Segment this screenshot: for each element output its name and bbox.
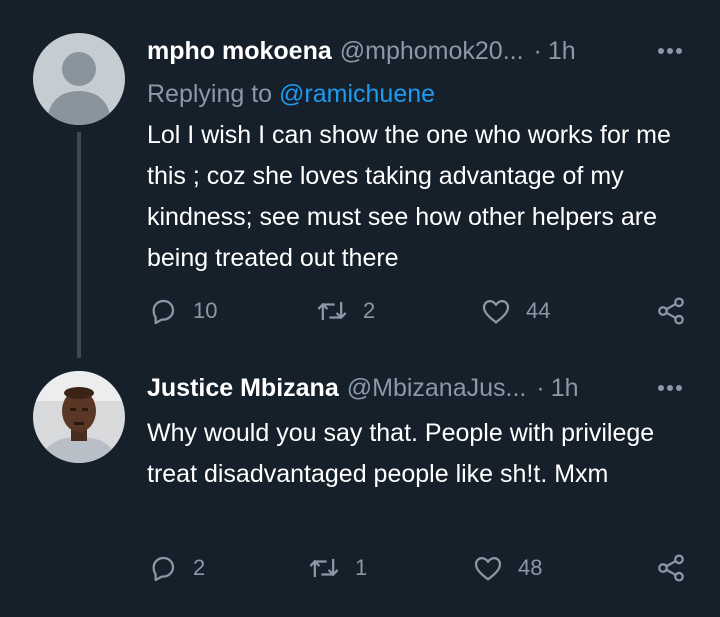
- tweet-2[interactable]: Justice Mbizana @MbizanaJus... · 1h Why …: [0, 360, 720, 617]
- share-icon: [658, 297, 684, 325]
- display-name[interactable]: mpho mokoena: [147, 37, 332, 66]
- reply-icon: [152, 556, 175, 582]
- separator-dot: ·: [533, 36, 542, 65]
- display-name[interactable]: Justice Mbizana: [147, 374, 339, 403]
- like-count: 44: [526, 298, 551, 323]
- share-button[interactable]: [655, 551, 687, 585]
- retweet-icon: [317, 301, 347, 321]
- retweet-button[interactable]: 1: [307, 551, 367, 585]
- separator-dot: ·: [536, 373, 545, 402]
- tweet-text: Lol I wish I can show the one who works …: [147, 121, 671, 272]
- retweet-count: 2: [363, 298, 376, 323]
- reply-count: 10: [193, 298, 218, 323]
- like-button[interactable]: 48: [472, 551, 542, 585]
- profile-photo: [33, 371, 125, 463]
- timestamp[interactable]: 1h: [548, 37, 576, 66]
- share-icon: [658, 554, 684, 582]
- share-button[interactable]: [655, 294, 687, 328]
- avatar-mpho[interactable]: [33, 33, 125, 125]
- more-icon: [658, 48, 682, 54]
- reply-icon: [152, 299, 175, 325]
- replying-to-line: Replying to @ramichuene: [147, 80, 435, 109]
- tweet-header: Justice Mbizana @MbizanaJus... · 1h: [147, 368, 579, 408]
- tweet-text: Why would you say that. People with priv…: [147, 419, 655, 488]
- thread-connector-line: [77, 132, 81, 358]
- replying-to-label: Replying to: [147, 80, 273, 108]
- default-avatar-icon: [33, 33, 125, 125]
- retweet-icon: [309, 558, 339, 578]
- tweet-actions: 10 2 44: [147, 294, 692, 328]
- reply-button[interactable]: 2: [147, 551, 205, 585]
- timestamp[interactable]: 1h: [551, 374, 579, 403]
- reply-count: 2: [193, 555, 206, 580]
- tweet-header: mpho mokoena @mphomok20... · 1h: [147, 31, 576, 71]
- heart-icon: [482, 300, 510, 324]
- like-button[interactable]: 44: [480, 294, 550, 328]
- tweet-1[interactable]: mpho mokoena @mphomok20... · 1h Replying…: [0, 0, 720, 360]
- user-handle[interactable]: @MbizanaJus...: [347, 374, 527, 403]
- user-handle[interactable]: @mphomok20...: [340, 37, 524, 66]
- retweet-count: 1: [355, 555, 368, 580]
- retweet-button[interactable]: 2: [315, 294, 375, 328]
- replying-to-mention[interactable]: @ramichuene: [279, 80, 435, 108]
- more-options-button[interactable]: [653, 371, 687, 405]
- heart-icon: [474, 557, 502, 581]
- avatar-justice[interactable]: [33, 371, 125, 463]
- more-options-button[interactable]: [653, 34, 687, 68]
- more-icon: [658, 385, 682, 391]
- like-count: 48: [518, 555, 543, 580]
- reply-button[interactable]: 10: [147, 294, 217, 328]
- tweet-actions: 2 1 48: [147, 551, 692, 585]
